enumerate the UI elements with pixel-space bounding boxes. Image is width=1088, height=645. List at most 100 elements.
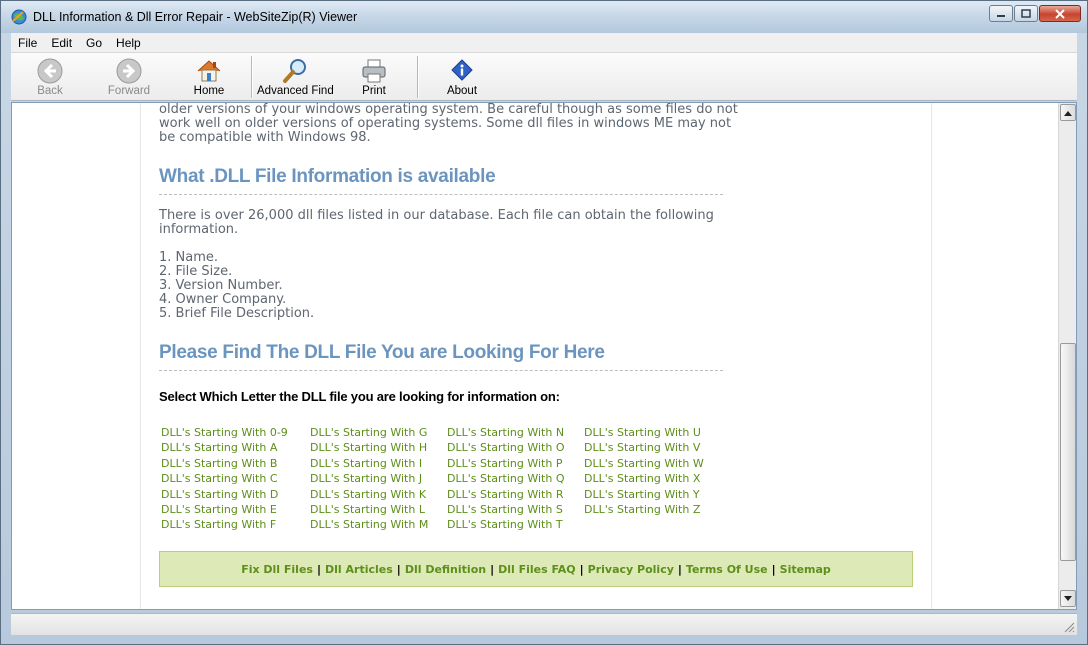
footer-link-dll-definition[interactable]: Dll Definition: [405, 563, 486, 576]
letter-link-h[interactable]: DLL's Starting With H: [310, 440, 428, 455]
footer-link-dll-files-faq[interactable]: Dll Files FAQ: [498, 563, 576, 576]
close-button[interactable]: [1039, 5, 1081, 22]
minimize-button[interactable]: [989, 5, 1013, 22]
footer-link-fix-dll-files[interactable]: Fix Dll Files: [241, 563, 313, 576]
letter-link-y[interactable]: DLL's Starting With Y: [584, 487, 704, 502]
section-heading-find: Please Find The DLL File You are Looking…: [159, 342, 723, 371]
intro-line: be compatible with Windows 98.: [159, 130, 371, 145]
content-viewport[interactable]: older versions of your windows operating…: [11, 102, 1077, 610]
footer-separator: |: [677, 562, 682, 576]
intro-paragraph: older versions of your windows operating…: [159, 103, 739, 145]
letter-link-i[interactable]: DLL's Starting With I: [310, 456, 428, 471]
list-item: 5. Brief File Description.: [159, 306, 315, 321]
letter-link-c[interactable]: DLL's Starting With C: [161, 471, 288, 486]
scroll-thumb[interactable]: [1060, 343, 1076, 561]
letter-link-e[interactable]: DLL's Starting With E: [161, 502, 288, 517]
footer-link-terms-of-use[interactable]: Terms Of Use: [686, 563, 768, 576]
letter-link-s[interactable]: DLL's Starting With S: [447, 502, 565, 517]
status-bar: [11, 613, 1077, 635]
letter-link-0-9[interactable]: DLL's Starting With 0-9: [161, 425, 288, 440]
letter-column: DLL's Starting With 0-9 DLL's Starting W…: [161, 425, 288, 533]
info-list: 1. Name. 2. File Size. 3. Version Number…: [159, 251, 314, 321]
window-title: DLL Information & Dll Error Repair - Web…: [33, 10, 358, 24]
home-icon: [197, 60, 221, 82]
menu-help[interactable]: Help: [109, 36, 148, 50]
printer-icon: [362, 59, 386, 83]
footer-separator: |: [771, 562, 776, 576]
menu-file[interactable]: File: [11, 36, 44, 50]
letter-link-x[interactable]: DLL's Starting With X: [584, 471, 704, 486]
letter-link-q[interactable]: DLL's Starting With Q: [447, 471, 565, 486]
forward-button[interactable]: Forward: [107, 55, 151, 99]
letter-link-m[interactable]: DLL's Starting With M: [310, 517, 428, 532]
letter-link-z[interactable]: DLL's Starting With Z: [584, 502, 704, 517]
forward-label: Forward: [107, 85, 151, 97]
scroll-down-button[interactable]: [1060, 590, 1076, 607]
footer-separator: |: [316, 562, 321, 576]
letter-link-v[interactable]: DLL's Starting With V: [584, 440, 704, 455]
section-heading-info: What .DLL File Information is available: [159, 166, 723, 195]
letter-index: DLL's Starting With 0-9 DLL's Starting W…: [161, 425, 741, 535]
arrow-up-icon: [1064, 110, 1072, 116]
forward-arrow-icon: [116, 58, 142, 84]
letter-column: DLL's Starting With N DLL's Starting Wit…: [447, 425, 565, 533]
letter-link-b[interactable]: DLL's Starting With B: [161, 456, 288, 471]
app-window: DLL Information & Dll Error Repair - Web…: [0, 0, 1088, 645]
list-item: 1. Name.: [159, 250, 219, 265]
footer-link-dll-articles[interactable]: Dll Articles: [325, 563, 393, 576]
scroll-up-button[interactable]: [1060, 104, 1076, 121]
database-paragraph: There is over 26,000 dll files listed in…: [159, 209, 739, 237]
about-label: About: [446, 85, 478, 97]
list-item: 2. File Size.: [159, 264, 233, 279]
letter-link-j[interactable]: DLL's Starting With J: [310, 471, 428, 486]
print-button[interactable]: Print: [359, 55, 389, 99]
minimize-icon: [997, 14, 1005, 17]
back-arrow-icon: [37, 58, 63, 84]
footer-separator: |: [490, 562, 495, 576]
resize-grip-icon[interactable]: [1063, 621, 1075, 633]
letter-link-d[interactable]: DLL's Starting With D: [161, 487, 288, 502]
letter-link-u[interactable]: DLL's Starting With U: [584, 425, 704, 440]
advanced-find-button[interactable]: Advanced Find: [257, 55, 334, 99]
print-label: Print: [362, 85, 386, 97]
magnifier-icon: [283, 59, 306, 83]
letter-link-n[interactable]: DLL's Starting With N: [447, 425, 565, 440]
maximize-icon: [1021, 9, 1031, 18]
letter-link-r[interactable]: DLL's Starting With R: [447, 487, 565, 502]
letter-link-k[interactable]: DLL's Starting With K: [310, 487, 428, 502]
maximize-button[interactable]: [1014, 5, 1038, 22]
letter-link-p[interactable]: DLL's Starting With P: [447, 456, 565, 471]
toolbar-separator: [417, 56, 418, 98]
letter-link-o[interactable]: DLL's Starting With O: [447, 440, 565, 455]
letter-column: DLL's Starting With U DLL's Starting Wit…: [584, 425, 704, 517]
title-bar[interactable]: DLL Information & Dll Error Repair - Web…: [1, 1, 1087, 33]
page-column: older versions of your windows operating…: [140, 103, 932, 609]
info-icon: [451, 59, 473, 81]
about-button[interactable]: About: [445, 55, 479, 99]
list-item: 4. Owner Company.: [159, 292, 287, 307]
letter-column: DLL's Starting With G DLL's Starting Wit…: [310, 425, 428, 533]
menu-edit[interactable]: Edit: [44, 36, 79, 50]
menu-bar: File Edit Go Help: [11, 33, 1077, 53]
back-label: Back: [37, 85, 63, 97]
footer-link-privacy-policy[interactable]: Privacy Policy: [588, 563, 674, 576]
select-letter-heading: Select Which Letter the DLL file you are…: [159, 389, 560, 404]
letter-link-a[interactable]: DLL's Starting With A: [161, 440, 288, 455]
letter-link-l[interactable]: DLL's Starting With L: [310, 502, 428, 517]
home-button[interactable]: Home: [191, 55, 227, 99]
vertical-scrollbar[interactable]: [1058, 103, 1076, 609]
paragraph-line: information.: [159, 222, 239, 237]
intro-line: older versions of your windows operating…: [159, 102, 738, 117]
list-item: 3. Version Number.: [159, 278, 283, 293]
letter-link-f[interactable]: DLL's Starting With F: [161, 517, 288, 532]
menu-go[interactable]: Go: [79, 36, 109, 50]
letter-link-w[interactable]: DLL's Starting With W: [584, 456, 704, 471]
app-globe-icon: [11, 9, 27, 25]
intro-line: work well on older versions of operating…: [159, 116, 732, 131]
paragraph-line: There is over 26,000 dll files listed in…: [159, 208, 714, 223]
footer-link-sitemap[interactable]: Sitemap: [780, 563, 831, 576]
close-icon: [1055, 8, 1065, 19]
letter-link-t[interactable]: DLL's Starting With T: [447, 517, 565, 532]
letter-link-g[interactable]: DLL's Starting With G: [310, 425, 428, 440]
back-button[interactable]: Back: [29, 55, 71, 99]
